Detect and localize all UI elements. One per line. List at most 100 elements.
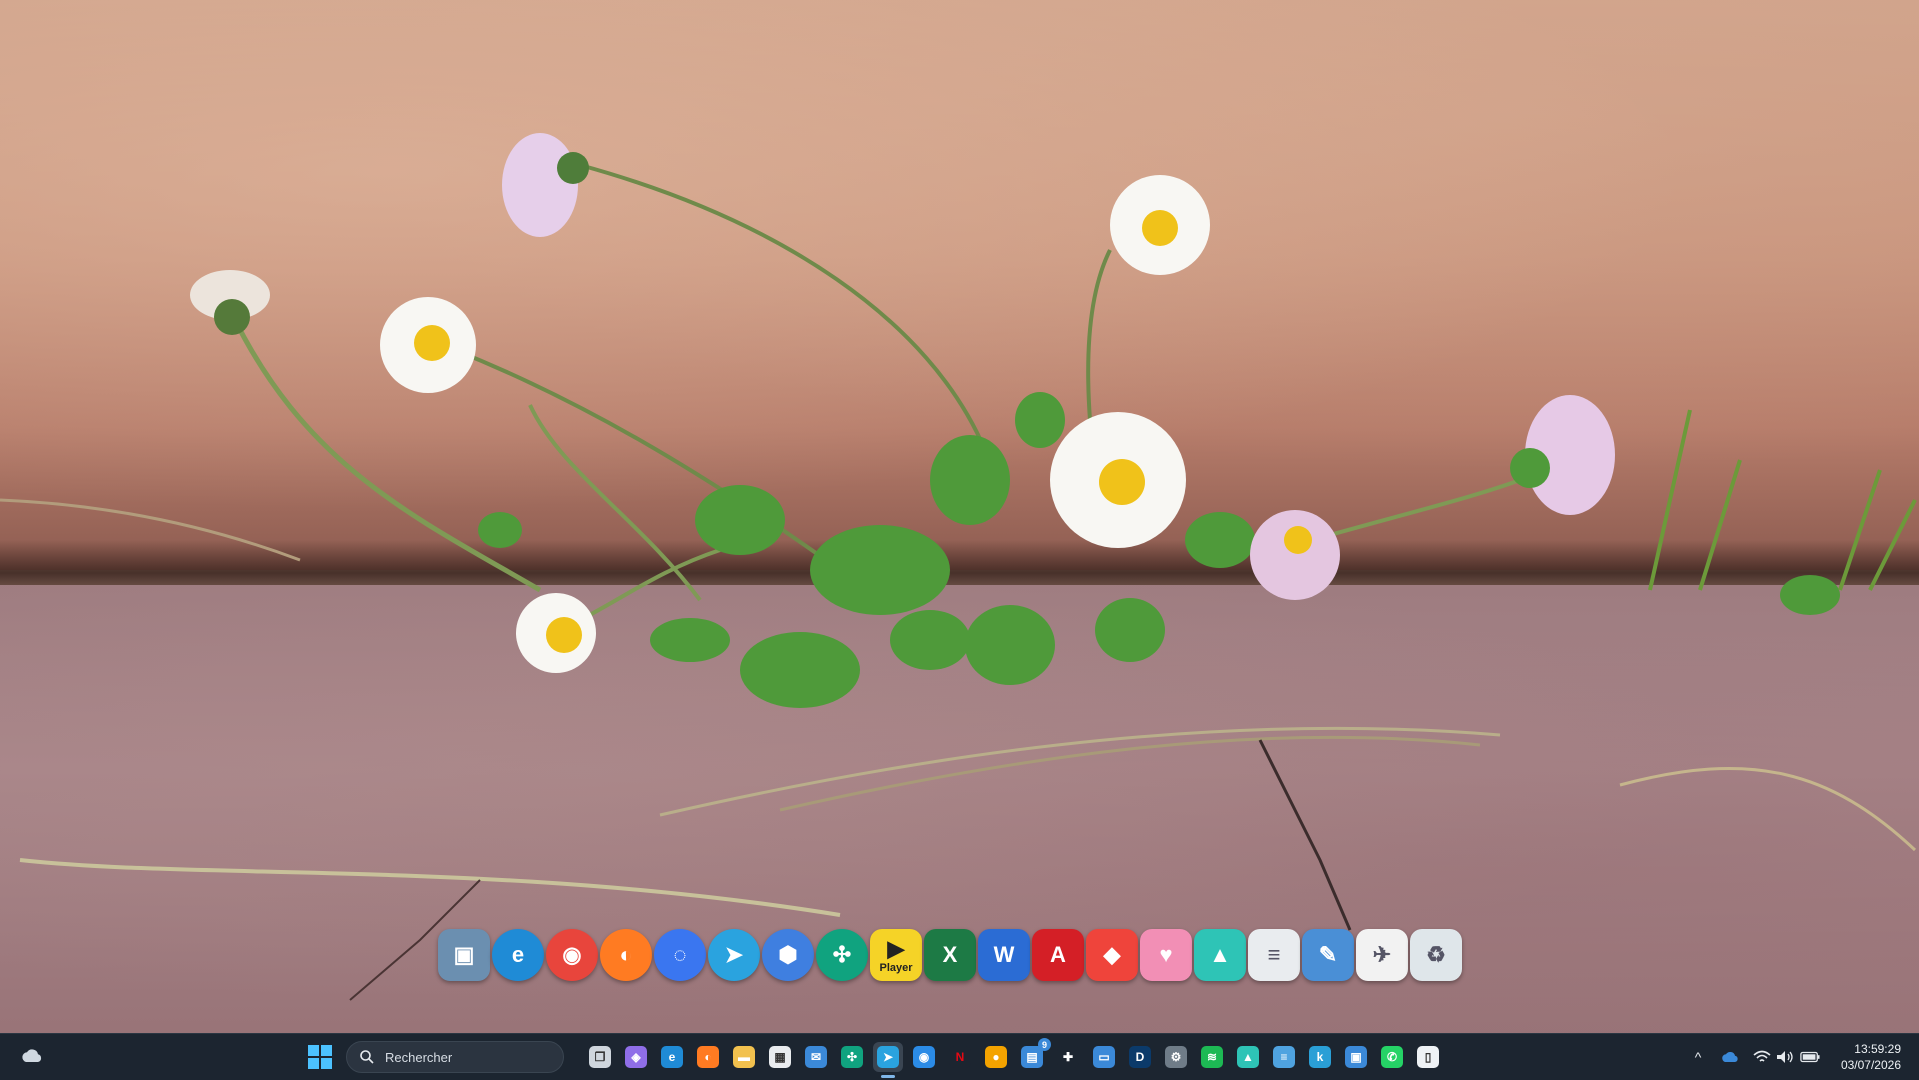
stem [579, 163, 987, 451]
nordvpn-icon[interactable]: ▲ [1233, 1042, 1263, 1072]
netflix-icon[interactable]: N [945, 1042, 975, 1072]
chrome-icon[interactable]: ◉ [546, 929, 598, 981]
control-panel-glyph: ▣ [1345, 1046, 1367, 1068]
player-glyph: ▶ [887, 936, 905, 961]
daisy-flower-pink [502, 133, 589, 237]
daisy-flower [516, 593, 596, 673]
daisy-flower-pink [1250, 510, 1340, 600]
whatsapp-glyph: ✆ [1381, 1046, 1403, 1068]
search-input[interactable]: Rechercher [346, 1041, 564, 1073]
spotify-icon[interactable]: ≋ [1197, 1042, 1227, 1072]
recycle-bin-icon[interactable]: ♻ [1410, 929, 1462, 981]
spotify-glyph: ≋ [1201, 1046, 1223, 1068]
lamp-icon[interactable]: ✎ [1302, 929, 1354, 981]
start-button[interactable] [307, 1044, 333, 1070]
daisy-flower [1110, 175, 1210, 275]
daisy-bud [190, 270, 270, 335]
remote-desktop-icon[interactable]: ▭ [1089, 1042, 1119, 1072]
excel-icon[interactable]: X [924, 929, 976, 981]
plus-app-glyph: ✚ [1057, 1046, 1079, 1068]
pine-needle [779, 735, 1481, 812]
wifi-icon[interactable] [1752, 1047, 1772, 1067]
desktop-dock: ▣ e ◉ ◐ ◌ ➤ ⬢ ✣ ▶ Player X W A ◆ ♥ ▲ ≡ ✎ ✈ ♻ [438, 925, 1462, 985]
edge-icon[interactable]: e [657, 1042, 687, 1072]
daisy-flower-pink [1510, 395, 1615, 515]
widget-app-icon[interactable]: ▤ 9 [1017, 1038, 1051, 1072]
daisy-flower [1050, 412, 1186, 548]
nordvpn-glyph: ▲ [1237, 1046, 1259, 1068]
pine-needle [19, 858, 841, 917]
file-explorer-glyph: ▬ [733, 1046, 755, 1068]
edge-icon[interactable]: e [492, 929, 544, 981]
shield-app-icon[interactable]: ⬢ [762, 929, 814, 981]
disney-plus-icon[interactable]: D [1125, 1042, 1155, 1072]
mail-glyph: ✉ [805, 1046, 827, 1068]
task-view-icon[interactable]: ❐ [585, 1042, 615, 1072]
pine-needle [0, 498, 301, 562]
file-glyph: ▯ [1417, 1046, 1439, 1068]
netflix-glyph: N [949, 1046, 971, 1068]
disney-plus-glyph: D [1129, 1046, 1151, 1068]
firefox-icon[interactable]: ◐ [693, 1042, 723, 1072]
onedrive-icon[interactable] [1720, 1047, 1740, 1067]
mail-icon[interactable]: ✉ [801, 1042, 831, 1072]
piggy-bank-icon[interactable]: ♥ [1140, 929, 1192, 981]
image-viewer-icon[interactable]: ▣ [438, 929, 490, 981]
system-clock[interactable]: 13:59:29 03/07/2026 [1841, 1041, 1901, 1073]
stem [579, 548, 721, 622]
telegram-icon[interactable]: ➤ [708, 929, 760, 981]
chatgpt-icon[interactable]: ✣ [837, 1042, 867, 1072]
store-glyph: ▦ [769, 1046, 791, 1068]
notepad-icon[interactable]: ≡ [1248, 929, 1300, 981]
search-placeholder: Rechercher [385, 1049, 453, 1065]
taskbar: Rechercher ❐ ◈ e ◐ ▬ ▦ ✉ ✣ ➤ ◉ N ● ▤ 9 ✚ ▭ D ⚙ ≋ ▲ ≡ k ▣ ✆ ▯ ^ 1… [0, 1033, 1919, 1080]
remote-desktop-glyph: ▭ [1093, 1046, 1115, 1068]
settings-icon[interactable]: ⚙ [1161, 1042, 1191, 1072]
firefox-icon[interactable]: ◐ [600, 929, 652, 981]
messenger-icon[interactable]: ◉ [909, 1042, 939, 1072]
acrobat-icon[interactable]: A [1032, 929, 1084, 981]
store-icon[interactable]: ▦ [765, 1042, 795, 1072]
notepad-glyph: ≡ [1273, 1046, 1295, 1068]
telegram-icon[interactable]: ➤ [873, 1042, 903, 1078]
paper-plane-icon[interactable]: ✈ [1356, 929, 1408, 981]
notepad-icon[interactable]: ≡ [1269, 1042, 1299, 1072]
firefox-glyph: ◐ [697, 1046, 719, 1068]
edge-glyph: e [661, 1046, 683, 1068]
pavement-crack [1258, 739, 1352, 931]
copilot-glyph: ◈ [625, 1046, 647, 1068]
show-hidden-icons-chevron-icon[interactable]: ^ [1688, 1047, 1708, 1067]
grass [1648, 409, 1917, 591]
chatgpt-icon[interactable]: ✣ [816, 929, 868, 981]
plus-app-icon[interactable]: ✚ [1053, 1042, 1083, 1072]
word-icon[interactable]: W [978, 929, 1030, 981]
k-app-icon[interactable]: k [1305, 1042, 1335, 1072]
windows-logo-icon [308, 1045, 332, 1069]
clock-date: 03/07/2026 [1840, 1058, 1901, 1072]
pine-needle [1619, 766, 1917, 852]
file-icon[interactable]: ▯ [1413, 1042, 1443, 1072]
copilot-icon[interactable]: ◈ [621, 1042, 651, 1072]
anydesk-icon[interactable]: ◆ [1086, 929, 1138, 981]
player-label: Player [879, 962, 913, 974]
color-app-glyph: ● [985, 1046, 1007, 1068]
volume-icon[interactable] [1775, 1047, 1795, 1067]
whatsapp-icon[interactable]: ✆ [1377, 1042, 1407, 1072]
color-app-icon[interactable]: ● [981, 1042, 1011, 1072]
control-panel-icon[interactable]: ▣ [1341, 1042, 1371, 1072]
k-app-glyph: k [1309, 1046, 1331, 1068]
stem [528, 404, 702, 602]
file-explorer-icon[interactable]: ▬ [729, 1042, 759, 1072]
stem [1086, 249, 1112, 421]
settings-glyph: ⚙ [1165, 1046, 1187, 1068]
search-icon [360, 1050, 374, 1064]
stem [1329, 478, 1521, 537]
signal-icon[interactable]: ◌ [654, 929, 706, 981]
player-icon[interactable]: ▶ Player [870, 929, 922, 981]
task-view-glyph: ❐ [589, 1046, 611, 1068]
weather-widget-icon[interactable] [20, 1045, 44, 1069]
nordvpn-icon[interactable]: ▲ [1194, 929, 1246, 981]
battery-icon[interactable] [1800, 1047, 1820, 1067]
telegram-glyph: ➤ [877, 1046, 899, 1068]
clock-time: 13:59:29 [1854, 1042, 1901, 1056]
